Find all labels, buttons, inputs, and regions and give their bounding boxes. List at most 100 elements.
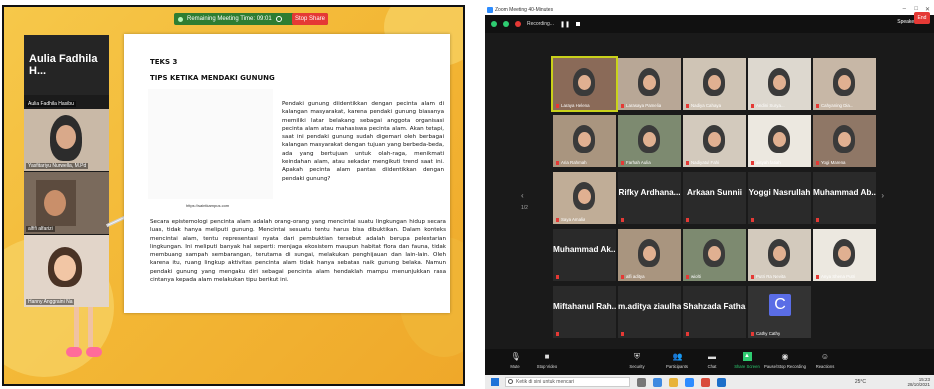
participant-tile[interactable]: Shahzada Fatha... — [683, 286, 746, 338]
toolbar-label: Security — [629, 364, 645, 369]
word-icon[interactable] — [717, 377, 726, 387]
participant-name: Cathy Cathy — [756, 331, 781, 336]
muted-mic-icon — [751, 218, 754, 222]
participant-name-label: Saya Amalia — [556, 217, 585, 222]
muted-mic-icon — [621, 332, 624, 336]
participant-tile[interactable]: alfi aditya — [618, 229, 681, 281]
file-explorer-icon[interactable] — [669, 377, 678, 387]
video-tile[interactable]: Hanny Anggraini Na — [24, 235, 109, 307]
stop-video-button[interactable]: ■ Stop Video — [525, 352, 569, 369]
muted-mic-icon — [686, 274, 689, 279]
participant-tile[interactable]: m.aditya ziaulhaq — [618, 286, 681, 338]
participant-name: Aria Rahmah — [561, 160, 587, 165]
participant-tile[interactable]: Nadiya Cahaya — [683, 58, 746, 110]
muted-mic-icon — [751, 274, 754, 279]
previous-page-icon[interactable]: ‹ — [521, 191, 524, 200]
participant-tile[interactable]: Aria Rahmah — [553, 115, 616, 167]
participant-name: Laraya Helena — [561, 103, 590, 108]
participant-name: Cahyaning Dia... — [821, 103, 854, 108]
powerpoint-icon[interactable] — [701, 377, 710, 387]
people-icon: 👥 — [672, 352, 683, 361]
toolbar-label: Pause/Stop Recording — [764, 364, 806, 369]
pause-icon[interactable] — [275, 16, 282, 22]
participant-tile[interactable]: Miftahanul Rah... — [553, 286, 616, 338]
pause-recording-icon[interactable]: ❚❚ — [560, 21, 570, 28]
participant-name-label — [556, 332, 559, 336]
toolbar-label: Chat — [707, 364, 717, 369]
minimize-icon[interactable]: – — [903, 6, 906, 12]
encryption-shield-icon[interactable] — [503, 21, 509, 27]
video-icon: ■ — [544, 352, 550, 361]
participant-display-name: Yoggi Nasrullah — [748, 188, 811, 197]
remaining-time-text: Remaining Meeting Time: 09:01 — [187, 16, 272, 22]
participant-display-name: Arkaan Sunnii — [686, 188, 743, 197]
recording-label: Recording... — [527, 21, 554, 27]
slide-title: TEKS 3 — [150, 58, 178, 66]
toolbar-label: Participants — [666, 364, 688, 369]
security-button[interactable]: ⛨ Security — [615, 352, 659, 369]
participant-display-name: Shahzada Fatha... — [683, 302, 746, 311]
task-view-icon[interactable] — [637, 377, 646, 387]
participant-tile[interactable]: aisyah fatiah — [748, 115, 811, 167]
video-tile[interactable]: alfifi alfarizi — [24, 172, 109, 234]
participant-name-label — [816, 218, 819, 222]
participant-tile[interactable]: wiolti — [683, 229, 746, 281]
share-indicator-icon — [178, 16, 183, 22]
weather-text[interactable]: 25°C — [855, 379, 866, 385]
participant-name-label: Aria Rahmah — [556, 160, 587, 165]
participant-display-name: m.aditya ziaulhaq — [618, 302, 681, 311]
edge-icon[interactable] — [653, 377, 662, 387]
next-page-icon[interactable]: › — [881, 191, 884, 200]
participant-name: Yasfitariyu Nurwella, M.Pd — [26, 163, 89, 169]
participant-tile[interactable]: Putri Ra Nevita — [748, 229, 811, 281]
participant-tile[interactable]: Anya Shena Putri — [813, 229, 876, 281]
pause-stop-recording-button[interactable]: ◉ Pause/Stop Recording — [763, 352, 807, 369]
zoom-window: Zoom Meeting 40-Minutes – □ ✕ Recording.… — [485, 5, 934, 389]
participant-tile[interactable]: Cahyaning Dia... — [813, 58, 876, 110]
participant-tile[interactable]: Yoggi Nasrullah — [748, 172, 811, 224]
system-clock[interactable]: 15:23 28/10/2021 — [907, 377, 930, 387]
participant-name: Yogi Marena — [821, 160, 846, 165]
muted-mic-icon — [816, 103, 819, 108]
muted-mic-icon — [621, 218, 624, 222]
active-speaker-name: Aulia Fadhila H... — [29, 53, 98, 77]
zoom-taskbar-icon[interactable] — [685, 377, 694, 387]
video-tile[interactable]: Aulia Fadhila Hasibu — [24, 95, 109, 109]
search-icon — [508, 379, 513, 384]
info-icon[interactable] — [491, 21, 497, 27]
taskbar-search-input[interactable]: Ketik di sini untuk mencari — [505, 377, 630, 387]
participant-tile[interactable]: Farhah Aulia — [618, 115, 681, 167]
participant-tile[interactable]: Saya Amalia — [553, 172, 616, 224]
participant-tile[interactable]: Larasaya Pamelia — [618, 58, 681, 110]
recording-dot-icon — [515, 21, 521, 27]
participant-tile[interactable]: Rifky Ardhana... — [618, 172, 681, 224]
participant-name: alfifi alfarizi — [26, 226, 55, 232]
participant-tile[interactable]: Andini Surya... — [748, 58, 811, 110]
participant-tile[interactable]: C Cathy Cathy — [748, 286, 811, 338]
participant-tile[interactable]: Muhammad Ab... — [813, 172, 876, 224]
toolbar-label: Stop Video — [536, 364, 558, 369]
muted-mic-icon — [621, 160, 624, 165]
participant-tile[interactable]: Laraya Helena — [551, 56, 618, 112]
muted-mic-icon — [621, 103, 624, 108]
participant-tile[interactable]: Muhammad Ak... — [553, 229, 616, 281]
stop-recording-icon[interactable] — [576, 22, 581, 26]
video-tile[interactable]: Yasfitariyu Nurwella, M.Pd — [24, 109, 109, 171]
muted-mic-icon — [686, 218, 689, 222]
stop-share-button[interactable]: Stop Share — [292, 13, 328, 25]
cartoon-character-legs — [66, 307, 106, 377]
participant-tile[interactable]: Arkaan Sunnii — [683, 172, 746, 224]
muted-mic-icon — [751, 331, 754, 336]
share-icon: ▲ — [742, 352, 752, 361]
end-meeting-button[interactable]: End — [914, 12, 930, 24]
participant-tile[interactable]: Yogi Marena — [813, 115, 876, 167]
windows-start-icon[interactable] — [491, 378, 499, 386]
gallery-grid: Laraya Helena Larasaya Pamelia Nadiya Caha… — [551, 56, 876, 338]
reactions-button[interactable]: ☺ Reactions — [803, 352, 847, 369]
muted-mic-icon — [556, 332, 559, 336]
windows-taskbar: Ketik di sini untuk mencari 25°C 15:23 2… — [485, 375, 934, 389]
participant-tile[interactable]: Nadiyatul Fahi — [683, 115, 746, 167]
slide-subtitle: TIPS KETIKA MENDAKI GUNUNG — [150, 74, 275, 82]
participant-name: Hanny Anggraini Na — [26, 299, 75, 305]
participant-name-label — [556, 275, 559, 279]
